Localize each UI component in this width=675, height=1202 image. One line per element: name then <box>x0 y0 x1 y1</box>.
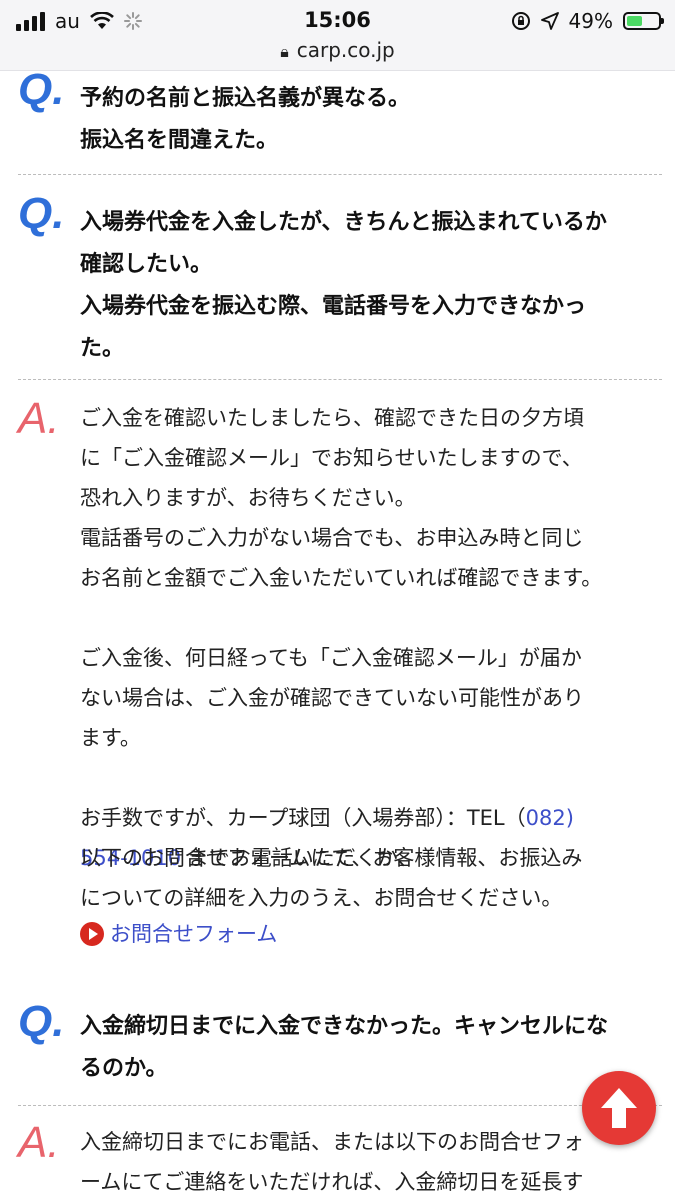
faq-content: Q. 予約の名前と振込名義が異なる。 振込名を間違えた。 Q. 入場券代金を入金… <box>0 0 675 1200</box>
question-mark-2: Q. <box>18 189 65 238</box>
answer-2-part3: 以下のお問合せフォームにて、お客様情報、お振込み についての詳細を入力のうえ、お… <box>80 846 583 910</box>
url-text: carp.co.jp <box>296 38 395 62</box>
question-mark-3: Q. <box>18 997 65 1046</box>
question-1-text: 予約の名前と振込名義が異なる。 振込名を間違えた。 <box>80 86 411 153</box>
location-arrow-icon <box>540 12 559 30</box>
answer-3-text: 入金締切日までにお電話、または以下のお問合せフォ ームにてご連絡をいただければ、… <box>80 1130 584 1194</box>
divider-3 <box>18 1105 662 1106</box>
battery-percent: 49% <box>568 9 613 33</box>
question-2-text: 入場券代金を入金したが、きちんと振込まれているか 確認したい。 入場券代金を振込… <box>80 210 607 361</box>
divider-2 <box>18 379 662 380</box>
divider-1 <box>18 174 662 175</box>
back-to-top-button[interactable] <box>582 1071 656 1145</box>
contact-form-link-label: お問合せフォーム <box>110 922 278 946</box>
arrow-up-icon <box>601 1088 637 1128</box>
battery-icon <box>623 12 664 30</box>
answer-mark-2: A. <box>18 394 60 443</box>
status-right: 49% <box>511 8 664 34</box>
play-circle-icon <box>80 922 104 946</box>
question-3-text: 入金締切日までに入金できなかった。キャンセルにな るのか。 <box>80 1014 609 1081</box>
orientation-lock-icon <box>511 12 530 30</box>
answer-mark-3: A. <box>18 1118 60 1167</box>
status-bar: au 15:06 49% 🔒︎ carp.co.jp <box>0 0 675 71</box>
contact-form-link[interactable]: お問合せフォーム <box>80 914 277 954</box>
answer-2-part1: ご入金を確認いたしましたら、確認できた日の夕方頃 に「ご入金確認メール」でお知ら… <box>80 406 603 590</box>
answer-2-part2: ご入金後、何日経っても「ご入金確認メール」が届か ない場合は、ご入金が確認できて… <box>80 646 584 750</box>
address-bar[interactable]: 🔒︎ carp.co.jp <box>0 38 675 62</box>
lock-icon: 🔒︎ <box>280 42 289 61</box>
question-mark-1: Q. <box>18 65 65 114</box>
battery-fill <box>627 16 642 26</box>
